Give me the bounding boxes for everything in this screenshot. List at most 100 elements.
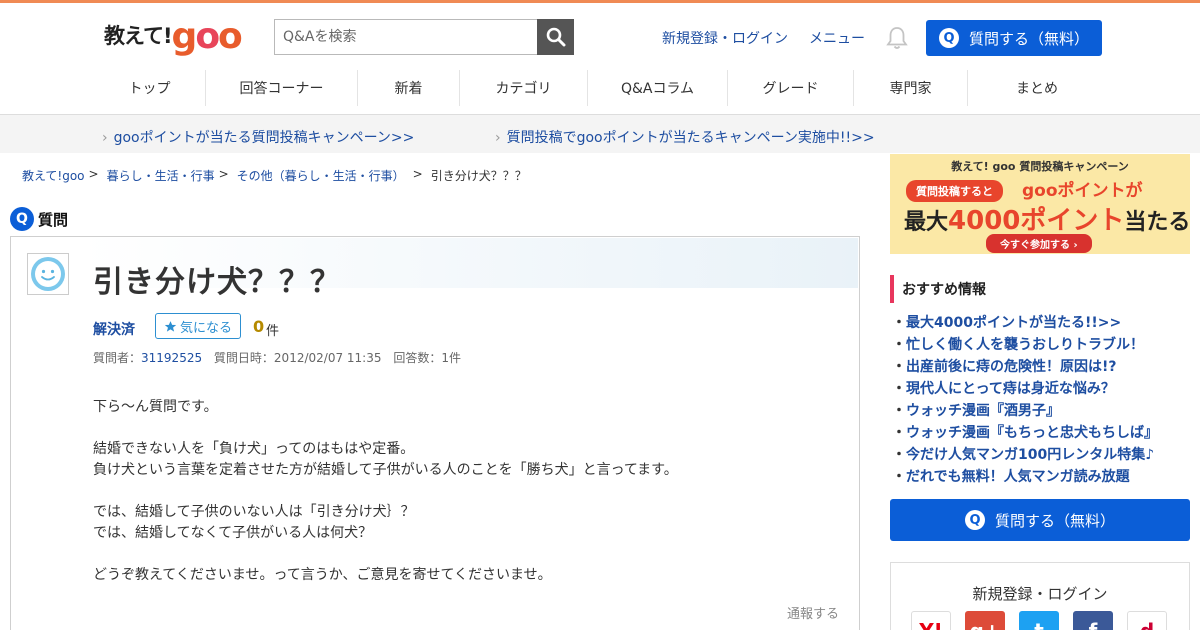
star-icon (164, 320, 177, 332)
recommend-item[interactable]: 忙しく働く人を襲うおしりトラブル！ (892, 334, 1158, 356)
search-button[interactable] (537, 19, 574, 55)
facebook-icon: f (1089, 619, 1098, 630)
favorite-unit: 件 (266, 324, 280, 339)
ask-question-label: 質問する（無料） (968, 29, 1089, 48)
question-q-icon: Q (938, 28, 959, 48)
twitter-login-button[interactable]: t (1019, 611, 1059, 630)
nav-item-new[interactable]: 新着 (358, 70, 460, 106)
breadcrumb-separator: > (88, 167, 99, 181)
banner-cta-button[interactable]: 今すぐ参加する › (986, 234, 1092, 253)
banner-pill: 質問投稿すると (906, 180, 1003, 202)
register-login-link[interactable]: 新規登録・ログイン (662, 28, 788, 48)
recommend-item[interactable]: 現代人にとって痔は身近な悩み？ (892, 378, 1158, 400)
breadcrumb-separator: > (412, 167, 423, 181)
docomo-icon: d (1140, 619, 1154, 630)
question-meta: 質問者：31192525 質問日時：2012/02/07 11:35 回答数：1… (93, 349, 461, 366)
status-badge: 解決済 (93, 322, 135, 338)
search-form (274, 19, 574, 55)
recommend-item[interactable]: ウォッチ漫画『もちっと忠犬もちしば』 (892, 422, 1158, 444)
banner-point-text: gooポイントが (1022, 181, 1143, 201)
global-nav: トップ 回答コーナー 新着 カテゴリ Q&Aコラム グレード 専門家 まとめ (94, 70, 1106, 110)
breadcrumb-home[interactable]: 教えて!goo (22, 167, 85, 184)
question-body-line (93, 481, 833, 502)
google-login-button[interactable]: g+ (965, 611, 1005, 630)
favorite-label: 気になる (179, 320, 232, 336)
ask-question-button[interactable]: Q 質問する（無料） (926, 20, 1102, 56)
docomo-login-button[interactable]: d (1127, 611, 1167, 630)
question-body: 下ら～ん質問です。 結婚できない人を「負け犬」ってのはもはや定番。 負け犬という… (93, 397, 833, 586)
answer-count: 回答数：1件 (393, 351, 461, 365)
facebook-login-button[interactable]: f (1073, 611, 1113, 630)
question-section-label: Q 質問 (10, 207, 68, 231)
notification-button[interactable] (886, 26, 908, 50)
question-body-line: では、結婚してなくて子供がいる人は何犬？ (93, 525, 373, 541)
question-body-line: 負け犬という言葉を定着させた方が結婚して子供がいる人のことを「勝ち犬」と言ってま… (93, 462, 678, 478)
banner-main-text: 最大4000ポイント当たる! (904, 200, 1190, 237)
search-input[interactable] (274, 19, 538, 55)
smiley-avatar-icon (31, 257, 65, 291)
banner-main-big: 4000ポイント (948, 206, 1125, 236)
breadcrumb-category[interactable]: 暮らし・生活・行事 (107, 167, 215, 184)
menu-link[interactable]: メニュー (809, 28, 865, 48)
yahoo-login-button[interactable]: Y! (911, 611, 951, 630)
recommend-item[interactable]: 最大4000ポイントが当たる!!>> (892, 312, 1158, 334)
sidebar-ask-button[interactable]: Q 質問する（無料） (890, 499, 1190, 541)
question-body-line: どうぞ教えてくださいませ。って言うか、ご意見を寄せてくださいませ。 (93, 567, 552, 583)
search-icon (546, 27, 565, 47)
site-logo[interactable]: 教えて! goo (104, 15, 243, 57)
recommend-item[interactable]: 出産前後に痔の危険性！原因は!? (892, 356, 1158, 378)
nav-item-expert[interactable]: 専門家 (854, 70, 968, 106)
campaign-link-1[interactable]: gooポイントが当たる質問投稿キャンペーン>> (102, 127, 415, 147)
question-body-line: 結婚できない人を「負け犬」ってのはもはや定番。 (93, 441, 415, 457)
banner-main-suffix: 当たる! (1124, 210, 1190, 235)
question-body-line (93, 544, 833, 565)
campaign-banner[interactable]: 教えて! goo 質問投稿キャンペーン 質問投稿すると gooポイントが 最大4… (890, 154, 1190, 254)
logo-text: 教えて! (104, 24, 173, 48)
question-body-line: では、結婚して子供のいない人は「引き分け犬｝？ (93, 504, 415, 520)
google-plus-icon: g+ (969, 619, 1000, 630)
yahoo-icon: Y! (919, 619, 943, 630)
avatar[interactable] (27, 253, 69, 295)
logo-letter: g (171, 16, 198, 57)
nav-item-top[interactable]: トップ (94, 70, 206, 106)
banner-main-prefix: 最大 (904, 210, 949, 235)
logo-brand: goo (171, 16, 243, 57)
recommend-item[interactable]: だれでも無料！人気マンガ読み放題 (892, 466, 1158, 488)
favorite-button[interactable]: 気になる (155, 313, 241, 339)
logo-letter: o (218, 16, 243, 57)
recommend-list: 最大4000ポイントが当たる!!>> 忙しく働く人を襲うおしりトラブル！ 出産前… (892, 312, 1158, 488)
question-label-text: 質問 (38, 210, 69, 229)
question-body-line (93, 418, 833, 439)
breadcrumb: 教えて!goo > 暮らし・生活・行事 > その他（暮らし・生活・行事） > 引… (22, 167, 527, 184)
nav-item-column[interactable]: Q&Aコラム (588, 70, 728, 106)
recommend-title: おすすめ情報 (890, 275, 986, 303)
campaign-link-2[interactable]: 質問投稿でgooポイントが当たるキャンペーン実施中!!>> (495, 127, 875, 147)
nav-item-answer[interactable]: 回答コーナー (206, 70, 358, 106)
sidebar-ask-label: 質問する（無料） (994, 511, 1115, 530)
favorite-count: 0 (253, 317, 265, 336)
top-accent-bar (0, 0, 1200, 3)
report-link[interactable]: 通報する (787, 603, 839, 622)
question-q-icon: Q (964, 510, 985, 530)
question-q-icon: Q (10, 207, 34, 231)
asker-id-link[interactable]: 31192525 (141, 351, 202, 365)
login-box: 新規登録・ログイン Y! g+ t f d (890, 562, 1190, 630)
breadcrumb-subcategory[interactable]: その他（暮らし・生活・行事） (237, 167, 405, 184)
campaign-bar: gooポイントが当たる質問投稿キャンペーン>> 質問投稿でgooポイントが当たる… (0, 115, 1200, 153)
logo-letter: o (195, 16, 220, 57)
recommend-item[interactable]: 今だけ人気マンガ100円レンタル特集♪ (892, 444, 1158, 466)
nav-item-category[interactable]: カテゴリ (460, 70, 588, 106)
breadcrumb-current: 引き分け犬？？？ (430, 169, 527, 183)
bell-icon (886, 27, 908, 49)
breadcrumb-separator: > (218, 167, 229, 181)
question-title: 引き分け犬？？？ (93, 265, 341, 300)
twitter-icon: t (1034, 619, 1044, 630)
banner-heading: 教えて! goo 質問投稿キャンペーン (951, 160, 1129, 173)
question-body-line: 下ら～ん質問です。 (93, 399, 218, 415)
nav-item-matome[interactable]: まとめ (968, 70, 1106, 106)
nav-item-grade[interactable]: グレード (728, 70, 854, 106)
question-card: 引き分け犬？？？ 解決済 気になる 0 件 質問者：31192525 質問日時：… (10, 236, 860, 630)
login-box-title: 新規登録・ログイン (972, 585, 1108, 603)
recommend-item[interactable]: ウォッチ漫画『酒男子』 (892, 400, 1158, 422)
asker-label: 質問者： (93, 351, 142, 365)
